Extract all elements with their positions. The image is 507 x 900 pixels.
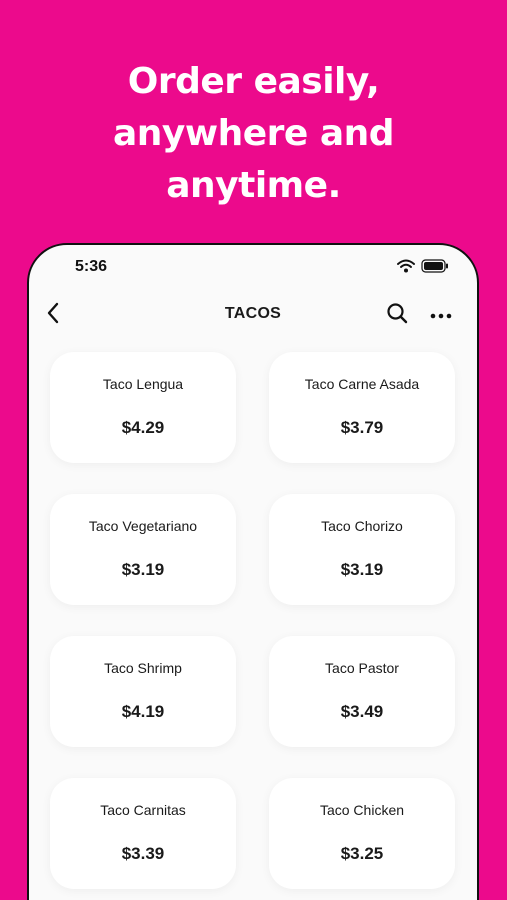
menu-item-name: Taco Vegetariano <box>88 518 198 534</box>
menu-item-name: Taco Pastor <box>325 660 399 676</box>
promo-line-2: anywhere and <box>112 113 395 154</box>
menu-item-card[interactable]: Taco Chorizo $3.19 <box>269 494 455 605</box>
phone-frame: 5:36 TACOS Taco Lengua $4.29 Taco Carne … <box>27 243 479 900</box>
battery-icon <box>421 259 449 278</box>
promo-headline: Order easily, anywhere and anytime. <box>0 56 507 212</box>
menu-item-price: $3.19 <box>340 560 384 579</box>
more-options-button[interactable] <box>427 301 455 329</box>
wifi-icon <box>397 259 415 278</box>
menu-item-card[interactable]: Taco Shrimp $4.19 <box>50 636 236 747</box>
menu-item-name: Taco Carne Asada <box>304 376 420 392</box>
more-icon <box>430 306 452 324</box>
menu-item-name: Taco Chorizo <box>321 518 403 534</box>
menu-item-name: Taco Lengua <box>102 376 184 392</box>
menu-item-card[interactable]: Taco Carne Asada $3.79 <box>269 352 455 463</box>
menu-item-card[interactable]: Taco Pastor $3.49 <box>269 636 455 747</box>
menu-item-price: $3.49 <box>340 702 384 721</box>
status-icons <box>397 259 449 278</box>
menu-item-price: $3.79 <box>340 418 384 437</box>
menu-item-card[interactable]: Taco Vegetariano $3.19 <box>50 494 236 605</box>
menu-item-price: $3.39 <box>121 844 165 863</box>
menu-item-name: Taco Carnitas <box>100 802 186 818</box>
menu-item-card[interactable]: Taco Lengua $4.29 <box>50 352 236 463</box>
menu-item-price: $4.19 <box>121 702 165 721</box>
promo-line-3: anytime. <box>166 165 341 206</box>
status-bar: 5:36 <box>29 245 477 291</box>
search-button[interactable] <box>383 301 411 329</box>
menu-item-name: Taco Shrimp <box>104 660 182 676</box>
menu-item-name: Taco Chicken <box>319 802 405 818</box>
status-time: 5:36 <box>75 258 108 275</box>
menu-item-price: $4.29 <box>121 418 165 437</box>
menu-item-card[interactable]: Taco Carnitas $3.39 <box>50 778 236 889</box>
menu-item-price: $3.19 <box>121 560 165 579</box>
menu-item-price: $3.25 <box>340 844 384 863</box>
nav-bar: TACOS <box>29 297 477 333</box>
promo-line-1: Order easily, <box>127 61 380 102</box>
menu-grid: Taco Lengua $4.29 Taco Carne Asada $3.79… <box>50 352 457 889</box>
search-icon <box>386 302 408 329</box>
menu-item-card[interactable]: Taco Chicken $3.25 <box>269 778 455 889</box>
